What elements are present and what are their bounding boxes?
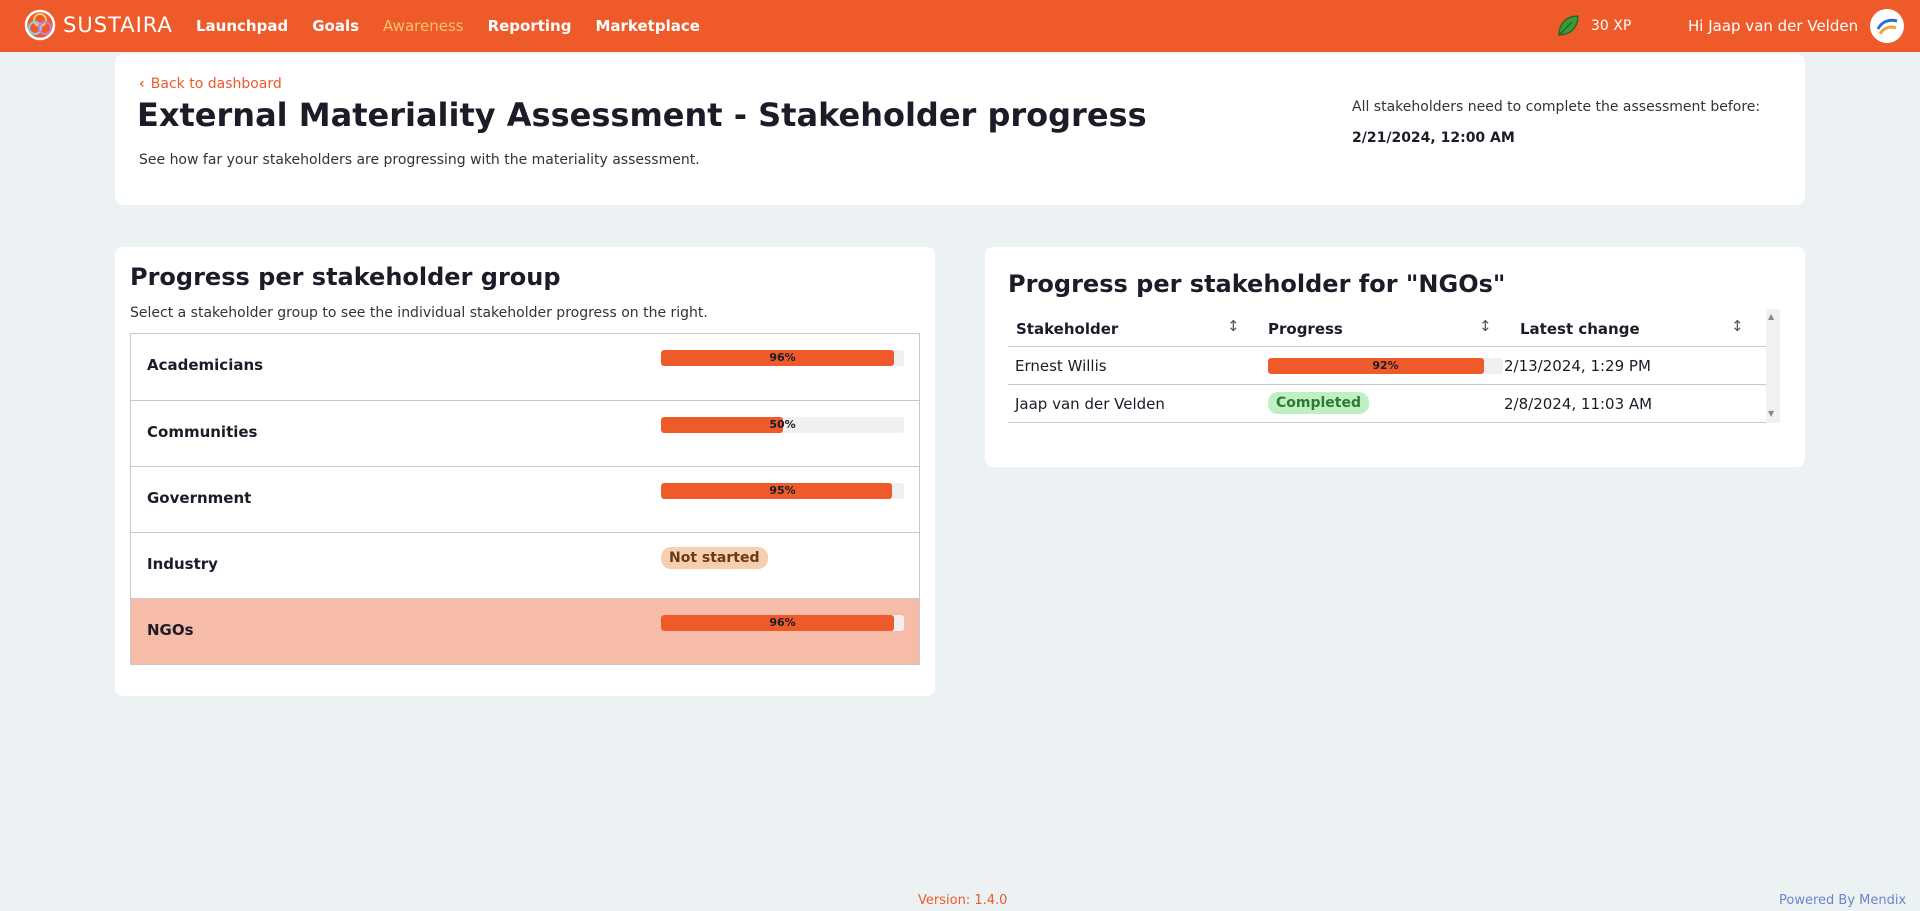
table-scrollbar[interactable]: ▲ ▼: [1766, 309, 1780, 423]
nav-item-reporting[interactable]: Reporting: [488, 17, 572, 35]
top-navigation-bar: SUSTAIRA Launchpad Goals Awareness Repor…: [0, 0, 1920, 52]
nav-item-goals[interactable]: Goals: [312, 17, 359, 35]
xp-value: 30 XP: [1591, 18, 1632, 34]
back-link-label: Back to dashboard: [150, 76, 282, 92]
page-title: External Materiality Assessment - Stakeh…: [137, 96, 1147, 134]
sustaira-logo-icon: [24, 9, 56, 41]
stakeholder-group-panel: Progress per stakeholder group Select a …: [115, 247, 935, 696]
group-name: Industry: [147, 555, 218, 573]
stakeholder-panel-title: Progress per stakeholder for "NGOs": [1008, 270, 1506, 298]
sort-icon[interactable]: ↕: [1479, 317, 1492, 335]
progress-label: 96%: [769, 616, 796, 629]
table-row[interactable]: Ernest Willis 92% 2/13/2024, 1:29 PM: [1008, 347, 1766, 385]
column-header-stakeholder[interactable]: Stakeholder: [1016, 320, 1118, 338]
scroll-down-icon[interactable]: ▼: [1768, 409, 1774, 418]
column-header-latest-change[interactable]: Latest change: [1520, 320, 1640, 338]
group-row-government[interactable]: Government 95%: [131, 466, 919, 532]
user-menu[interactable]: Hi Jaap van der Velden: [1688, 0, 1905, 52]
latest-change: 2/8/2024, 11:03 AM: [1504, 395, 1653, 413]
xp-indicator: 30 XP: [1555, 0, 1631, 52]
stakeholder-progress-bar: 92%: [1268, 358, 1503, 374]
group-panel-subtitle: Select a stakeholder group to see the in…: [130, 305, 708, 321]
group-name: Government: [147, 489, 252, 507]
group-row-industry[interactable]: Industry Not started: [131, 532, 919, 598]
brand-name: SUSTAIRA: [63, 13, 173, 37]
table-row[interactable]: Jaap van der Velden Completed 2/8/2024, …: [1008, 385, 1766, 423]
group-name: NGOs: [147, 621, 194, 639]
sort-icon[interactable]: ↕: [1227, 317, 1240, 335]
group-progress-bar: 96%: [661, 615, 904, 631]
nav-item-launchpad[interactable]: Launchpad: [196, 17, 288, 35]
scroll-up-icon[interactable]: ▲: [1768, 312, 1774, 321]
deadline-label: All stakeholders need to complete the as…: [1352, 99, 1761, 115]
nav-item-awareness[interactable]: Awareness: [383, 17, 464, 35]
stakeholder-table: Stakeholder ↕ Progress ↕ Latest change ↕…: [1008, 309, 1766, 423]
group-row-ngos[interactable]: NGOs 96%: [131, 598, 919, 664]
user-greeting: Hi Jaap van der Velden: [1688, 17, 1859, 35]
page-header-card: ‹ Back to dashboard External Materiality…: [115, 54, 1805, 205]
not-started-badge: Not started: [661, 547, 768, 569]
group-name: Academicians: [147, 356, 264, 374]
group-name: Communities: [147, 423, 258, 441]
stakeholder-name: Ernest Willis: [1015, 357, 1107, 375]
progress-label: 95%: [769, 484, 796, 497]
powered-by-link[interactable]: Powered By Mendix: [1779, 893, 1906, 908]
leaf-icon: [1558, 15, 1579, 36]
sort-icon[interactable]: ↕: [1731, 317, 1744, 335]
user-avatar-icon: [1871, 10, 1904, 42]
latest-change: 2/13/2024, 1:29 PM: [1504, 357, 1651, 375]
stakeholder-name: Jaap van der Velden: [1015, 395, 1165, 413]
group-progress-bar: 95%: [661, 483, 904, 499]
group-panel-title: Progress per stakeholder group: [130, 263, 561, 291]
back-to-dashboard-link[interactable]: ‹ Back to dashboard: [139, 76, 282, 92]
page-subtitle: See how far your stakeholders are progre…: [139, 152, 700, 168]
progress-label: 96%: [769, 351, 796, 364]
stakeholder-group-list: Academicians 96% Communities 50% Governm…: [130, 333, 920, 665]
app-version: Version: 1.4.0: [918, 893, 1008, 908]
group-progress-bar: 50%: [661, 417, 904, 433]
group-row-communities[interactable]: Communities 50%: [131, 400, 919, 466]
progress-label: 50%: [769, 418, 796, 431]
avatar[interactable]: [1870, 9, 1905, 43]
group-progress-bar: 96%: [661, 350, 904, 366]
nav-item-marketplace[interactable]: Marketplace: [595, 17, 699, 35]
table-header: Stakeholder ↕ Progress ↕ Latest change ↕: [1008, 309, 1766, 347]
deadline-value: 2/21/2024, 12:00 AM: [1352, 130, 1515, 146]
column-header-progress[interactable]: Progress: [1268, 320, 1343, 338]
completed-badge: Completed: [1268, 392, 1370, 414]
brand[interactable]: SUSTAIRA: [24, 9, 173, 41]
main-nav: Launchpad Goals Awareness Reporting Mark…: [196, 0, 724, 52]
stakeholder-detail-panel: Progress per stakeholder for "NGOs" Stak…: [985, 247, 1805, 467]
chevron-left-icon: ‹: [139, 76, 145, 92]
progress-label: 92%: [1372, 359, 1399, 372]
group-row-academicians[interactable]: Academicians 96%: [131, 334, 919, 400]
